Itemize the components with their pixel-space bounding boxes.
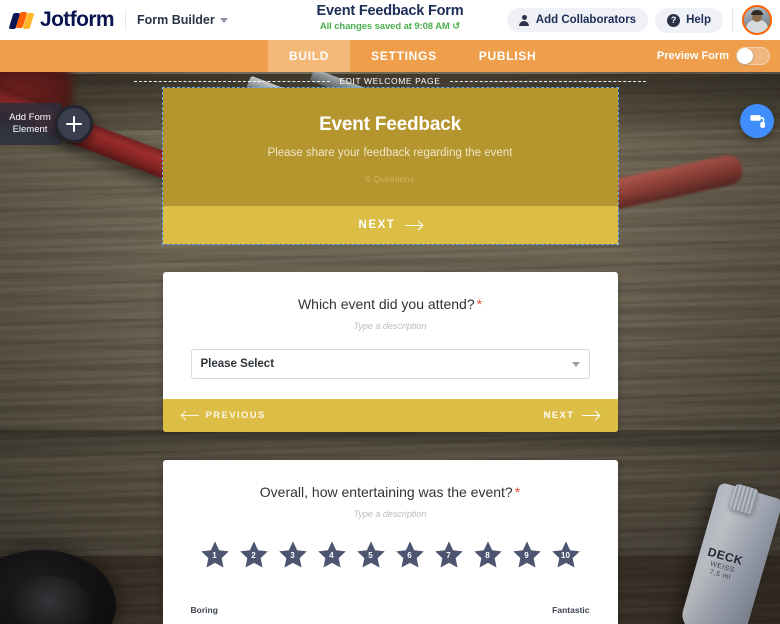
star-rating-10[interactable]: 10 (550, 539, 582, 571)
arrow-left-icon (181, 411, 199, 420)
question-card-star-scale[interactable]: Overall, how entertaining was the event?… (162, 460, 618, 624)
question-footer-nav: PREVIOUS NEXT (162, 399, 618, 432)
edit-welcome-page-divider: EDIT WELCOME PAGE (0, 74, 780, 88)
paint-roller-icon (749, 114, 765, 128)
star-rating-1[interactable]: 1 (199, 539, 231, 571)
question-title: Which event did you attend? * (191, 296, 590, 312)
required-asterisk: * (476, 296, 483, 312)
star-icon (551, 541, 580, 568)
star-icon (434, 541, 463, 568)
chevron-down-icon (571, 361, 580, 367)
arrow-right-icon (404, 221, 422, 230)
edit-welcome-page-button[interactable]: EDIT WELCOME PAGE (339, 76, 440, 86)
form-designer-button[interactable] (740, 104, 774, 138)
scale-low-label: Boring (190, 605, 218, 615)
preview-form-control: Preview Form (657, 40, 780, 72)
star-rating-row: 1 2 3 4 5 6 7 8 9 10 (191, 539, 590, 571)
plus-icon (66, 115, 82, 132)
next-label: NEXT (543, 410, 575, 421)
tab-publish[interactable]: PUBLISH (458, 40, 558, 72)
welcome-title: Event Feedback (319, 114, 461, 135)
question-title-text: Which event did you attend? (297, 296, 475, 312)
tab-settings[interactable]: SETTINGS (350, 40, 458, 72)
product-menu-label: Form Builder (136, 13, 215, 27)
previous-button[interactable]: PREVIOUS (181, 410, 266, 421)
scale-high-label: Fantastic (552, 605, 590, 615)
preview-form-toggle[interactable] (736, 47, 770, 65)
star-rating-6[interactable]: 6 (394, 539, 426, 571)
welcome-question-count: 6 Questions (365, 174, 415, 184)
event-select-dropdown[interactable]: Please Select (190, 349, 590, 379)
header-divider (124, 10, 126, 30)
add-form-element-control: Add Form Element (0, 103, 93, 145)
question-body: Which event did you attend? * Type a desc… (163, 272, 618, 399)
top-header: Jotform Form Builder Event Feedback Form… (0, 0, 780, 40)
add-collaborators-button[interactable]: Add Collaborators (506, 8, 649, 32)
question-title: Overall, how entertaining was the event?… (191, 484, 590, 500)
add-form-element-label[interactable]: Add Form Element (0, 103, 62, 145)
star-rating-7[interactable]: 7 (433, 539, 465, 571)
tab-build[interactable]: BUILD (268, 40, 351, 72)
jotform-logo[interactable]: Jotform (0, 8, 115, 32)
help-label: Help (686, 14, 711, 26)
welcome-card-body: Event Feedback Please share your feedbac… (162, 88, 618, 206)
star-rating-8[interactable]: 8 (472, 539, 504, 571)
question-body: Overall, how entertaining was the event?… (163, 460, 618, 624)
star-rating-3[interactable]: 3 (277, 539, 309, 571)
header-divider-right (732, 8, 733, 32)
divider-dash-right (449, 80, 647, 82)
star-icon (473, 541, 502, 568)
question-card-dropdown[interactable]: Which event did you attend? * Type a desc… (162, 272, 618, 432)
question-description-placeholder[interactable]: Type a description (191, 509, 590, 519)
add-form-element-button[interactable] (55, 104, 93, 143)
welcome-subtitle: Please share your feedback regarding the… (267, 147, 513, 159)
star-icon (512, 541, 541, 568)
preview-form-label: Preview Form (656, 50, 729, 62)
star-icon (200, 541, 229, 568)
toggle-knob (737, 48, 753, 64)
welcome-next-label: NEXT (358, 219, 396, 231)
question-mark-icon: ? (667, 13, 681, 27)
next-button[interactable]: NEXT (544, 410, 599, 421)
divider-dash-left (134, 80, 331, 82)
builder-nav-bar: BUILD SETTINGS PUBLISH Preview Form (0, 40, 780, 72)
jotform-logo-icon (8, 10, 35, 30)
jotform-form-builder-app: DECKWEISS7,5 ml Jotform Form Builder Eve… (0, 0, 780, 624)
question-description-placeholder[interactable]: Type a description (191, 321, 590, 331)
add-form-element-line1: Add Form (9, 112, 51, 123)
header-actions: Add Collaborators ? Help (506, 5, 780, 35)
star-icon (317, 541, 346, 568)
star-rating-2[interactable]: 2 (238, 539, 270, 571)
add-form-element-line2: Element (12, 123, 48, 135)
question-title-text: Overall, how entertaining was the event? (259, 484, 513, 500)
star-icon (239, 541, 268, 568)
star-icon (356, 541, 385, 568)
add-collaborators-label: Add Collaborators (535, 14, 637, 26)
welcome-next-button[interactable]: NEXT (162, 206, 618, 244)
help-button[interactable]: ? Help (655, 7, 723, 33)
builder-tabs: BUILD SETTINGS PUBLISH (268, 40, 557, 72)
scale-labels: Boring Fantastic (191, 605, 590, 615)
jotform-logo-text: Jotform (40, 8, 115, 31)
star-icon (278, 541, 307, 568)
avatar[interactable] (742, 5, 772, 35)
required-asterisk: * (514, 484, 521, 500)
welcome-page-card[interactable]: Event Feedback Please share your feedbac… (161, 87, 619, 245)
star-rating-4[interactable]: 4 (316, 539, 348, 571)
arrow-right-icon (581, 411, 599, 420)
chevron-down-icon (219, 17, 228, 23)
person-icon (519, 14, 530, 26)
previous-label: PREVIOUS (205, 410, 266, 421)
product-menu-form-builder[interactable]: Form Builder (137, 13, 228, 27)
star-icon (395, 541, 424, 568)
event-select-value: Please Select (200, 358, 275, 370)
star-rating-5[interactable]: 5 (355, 539, 387, 571)
star-rating-9[interactable]: 9 (511, 539, 543, 571)
form-canvas: Event Feedback Please share your feedbac… (0, 87, 780, 624)
